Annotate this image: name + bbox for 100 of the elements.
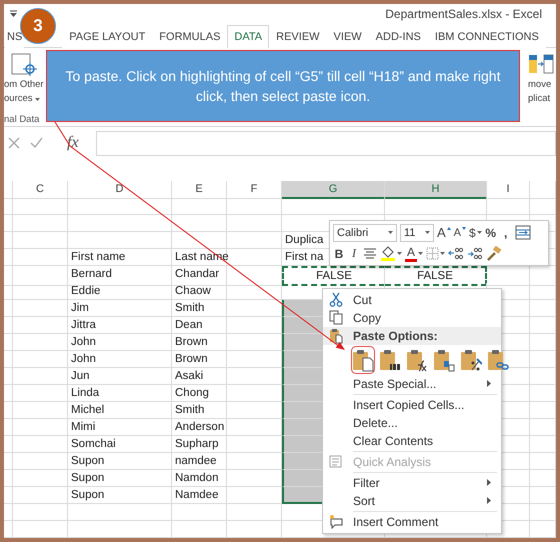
insert-function-button[interactable]: fx	[67, 134, 79, 152]
menu-section-header: Paste Options:	[323, 327, 501, 345]
table-cell	[530, 504, 556, 522]
row-header[interactable]	[4, 385, 13, 402]
font-color-button[interactable]: A	[405, 244, 424, 262]
row-header[interactable]	[4, 487, 13, 504]
table-cell: Jim	[68, 300, 172, 318]
menu-item[interactable]: Copy	[323, 309, 501, 327]
table-cell	[13, 266, 68, 286]
menu-item[interactable]: Paste Special...	[323, 375, 501, 393]
table-cell	[13, 300, 68, 318]
currency-button[interactable]: $	[469, 224, 482, 242]
table-cell	[13, 317, 68, 334]
table-cell	[530, 402, 556, 420]
cancel-icon[interactable]	[8, 137, 20, 150]
ribbon-tab[interactable]: FORMULAS	[152, 25, 228, 48]
ribbon-tab[interactable]: DATA	[227, 25, 270, 48]
fill-color-button[interactable]	[380, 244, 402, 262]
submenu-arrow-icon	[487, 479, 491, 486]
ribbon-button-label[interactable]: move	[528, 78, 552, 92]
row-header[interactable]	[4, 214, 13, 232]
table-cell	[530, 283, 556, 300]
row-header[interactable]	[4, 334, 13, 352]
row-header[interactable]	[4, 453, 13, 470]
table-cell: Chaow	[172, 283, 227, 300]
ribbon-button-label[interactable]: ources	[4, 92, 40, 106]
caret-icon	[440, 252, 446, 255]
wrap-text-icon[interactable]	[514, 225, 531, 240]
caret-icon	[388, 231, 393, 234]
table-cell	[530, 453, 556, 470]
row-header[interactable]	[4, 198, 13, 215]
table-cell	[13, 487, 68, 504]
grow-font-button[interactable]: A	[437, 224, 451, 242]
table-cell	[530, 368, 556, 386]
paste-option-icon	[379, 348, 401, 372]
row-header[interactable]	[4, 300, 13, 318]
table-cell: Namdee	[172, 487, 227, 504]
group-label: nal Data	[4, 114, 40, 126]
paste-option-button[interactable]	[351, 346, 375, 374]
shrink-font-button[interactable]: A	[454, 224, 466, 242]
column-header[interactable]: C	[13, 180, 68, 199]
row-header[interactable]	[4, 232, 13, 249]
column-header[interactable]: I	[487, 180, 530, 199]
column-header[interactable]: F	[227, 180, 282, 199]
table-cell	[227, 214, 282, 232]
row-header[interactable]	[4, 351, 13, 368]
row-header[interactable]	[4, 419, 13, 436]
menu-item[interactable]: Clear Contents	[323, 432, 501, 450]
ribbon-button-label[interactable]: om Other	[4, 78, 44, 92]
increase-decimal-icon[interactable]	[448, 246, 464, 260]
table-cell: Linda	[68, 385, 172, 402]
ribbon-button-label[interactable]: plicat	[528, 92, 550, 106]
scissors-icon	[329, 292, 343, 307]
row-header[interactable]	[4, 368, 13, 386]
column-header[interactable]: G	[282, 180, 385, 199]
row-header[interactable]	[4, 266, 13, 286]
table-cell	[13, 436, 68, 454]
font-size-field[interactable]: 11	[400, 224, 434, 242]
table-cell	[530, 351, 556, 368]
column-header[interactable]: D	[68, 180, 172, 199]
checkmark-icon[interactable]	[30, 137, 43, 150]
quick-analysis-icon	[329, 454, 343, 469]
font-name-field[interactable]: Calibri	[333, 224, 397, 242]
row-header[interactable]	[4, 248, 13, 266]
menu-item[interactable]: Filter	[323, 474, 501, 492]
table-cell: Asaki	[172, 368, 227, 386]
table-cell	[172, 232, 227, 249]
row-header[interactable]	[4, 436, 13, 454]
down-caret-icon	[462, 226, 466, 230]
menu-item[interactable]: Sort	[323, 492, 501, 510]
formula-input[interactable]	[96, 130, 556, 156]
customize-toolbar-icon[interactable]	[10, 10, 17, 18]
row-header[interactable]	[4, 521, 13, 538]
column-header[interactable]: E	[172, 180, 227, 199]
paintbrush-icon[interactable]	[486, 246, 502, 261]
instruction-callout: To paste. Click on highlighting of cell “G5” till cell “H18” and make right click, then select paste icon.	[46, 50, 520, 122]
table-cell: John	[68, 351, 172, 368]
center-align-icon[interactable]	[363, 248, 377, 260]
data-source-icon[interactable]	[10, 52, 40, 78]
format-button[interactable]: ,	[500, 224, 512, 242]
column-header[interactable]: H	[385, 180, 487, 199]
caret-icon	[418, 252, 424, 255]
row-header[interactable]	[4, 283, 13, 300]
column-header[interactable]	[530, 180, 556, 199]
row-header[interactable]	[4, 402, 13, 420]
format-button[interactable]: %	[484, 224, 497, 242]
row-header[interactable]	[4, 317, 13, 334]
submenu-arrow-icon	[487, 380, 491, 387]
menu-item[interactable]: Insert Comment	[323, 513, 501, 531]
menu-item[interactable]: Insert Copied Cells...	[323, 396, 501, 414]
caret-icon	[425, 231, 430, 234]
table-cell	[172, 214, 227, 232]
row-header[interactable]	[4, 504, 13, 522]
decrease-decimal-icon[interactable]	[467, 246, 484, 260]
row-header[interactable]	[4, 470, 13, 488]
menu-item[interactable]: Cut	[323, 291, 501, 309]
menu-item[interactable]: Delete...	[323, 414, 501, 432]
table-cell	[227, 283, 282, 300]
select-all-corner[interactable]	[4, 180, 13, 199]
table-cell	[13, 419, 68, 436]
